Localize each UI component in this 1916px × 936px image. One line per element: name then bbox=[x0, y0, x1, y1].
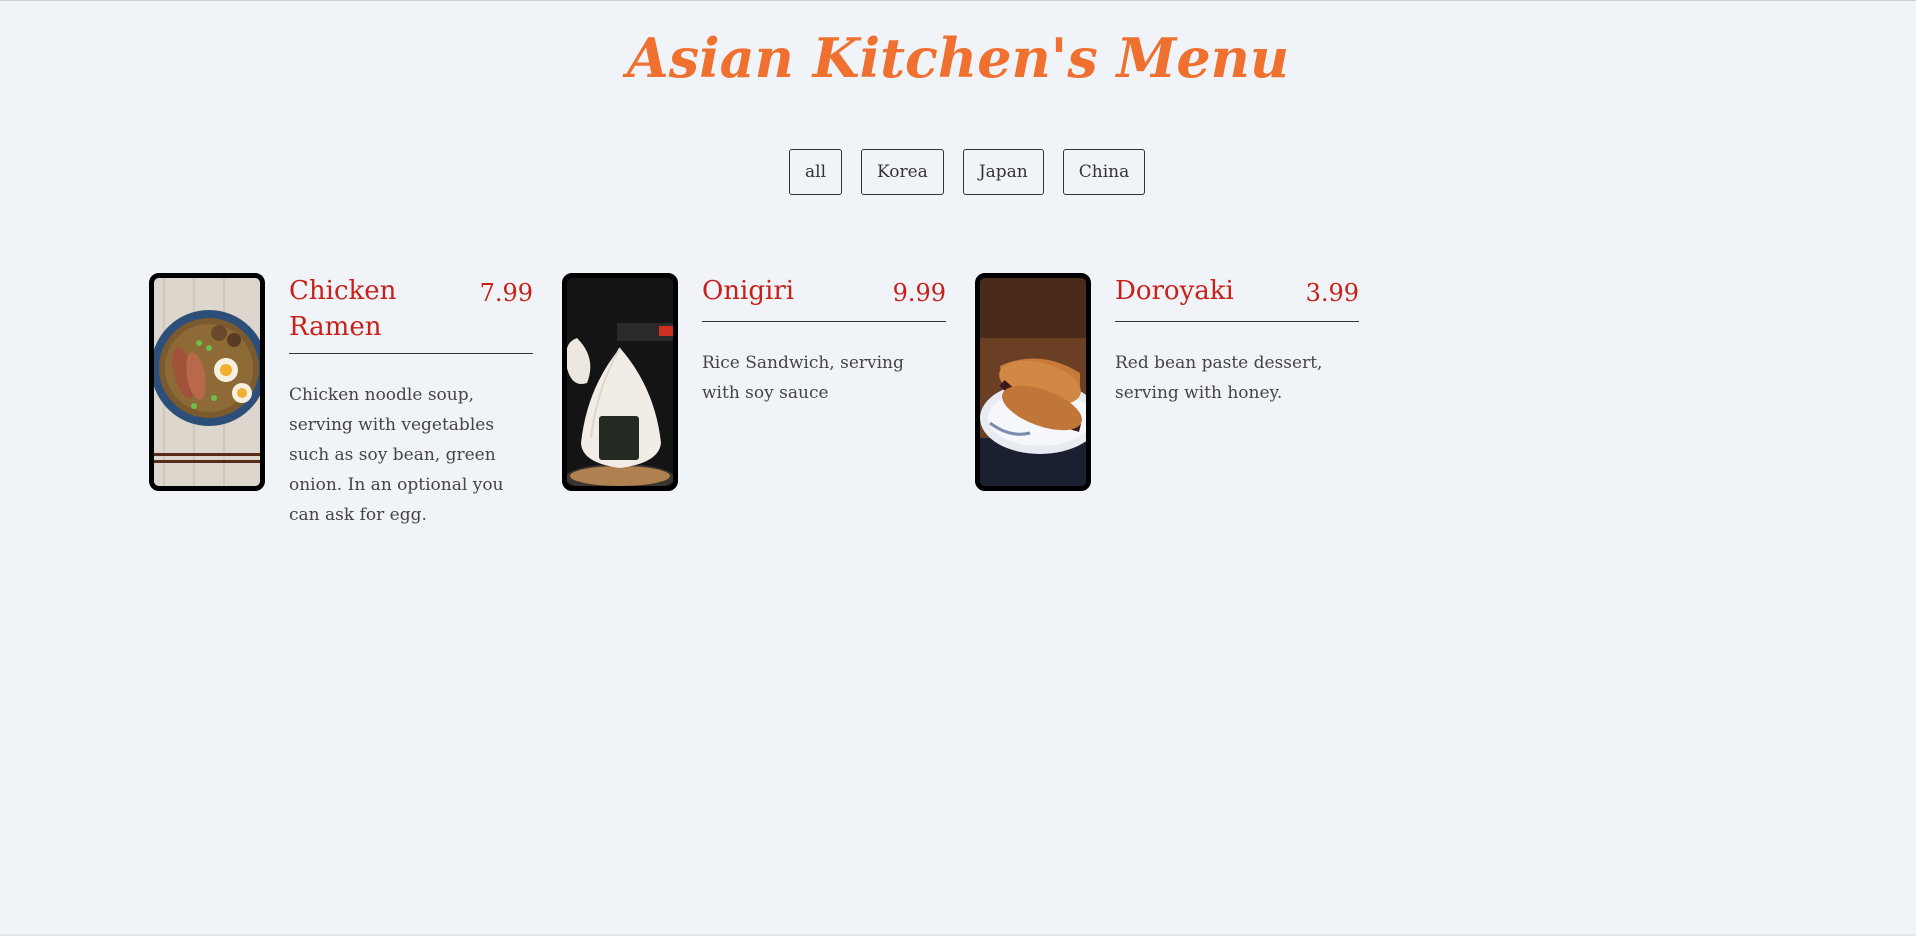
item-price: 9.99 bbox=[892, 279, 946, 307]
item-name: Chicken Ramen bbox=[289, 276, 397, 342]
onigiri-image bbox=[567, 278, 673, 486]
item-name: Onigiri bbox=[702, 276, 795, 306]
item-description: Chicken noodle soup, serving with vegeta… bbox=[289, 385, 504, 525]
item-name: Doroyaki bbox=[1115, 276, 1234, 306]
doroyaki-info: Doroyaki 3.99 Red bean paste dessert, se… bbox=[1115, 273, 1359, 408]
onigiri-photo bbox=[562, 273, 678, 491]
filter-korea-button[interactable]: Korea bbox=[861, 149, 944, 195]
filter-china-button[interactable]: China bbox=[1062, 149, 1146, 195]
ramen-bowl-image bbox=[154, 278, 260, 486]
filter-bar: all Korea Japan China bbox=[789, 149, 1146, 195]
item-description: Red bean paste dessert, serving with hon… bbox=[1115, 353, 1323, 403]
item-price: 7.99 bbox=[479, 279, 533, 307]
page-title: Asian Kitchen's Menu bbox=[626, 26, 1290, 90]
chicken-ramen-photo bbox=[149, 273, 265, 491]
onigiri-info: Onigiri 9.99 Rice Sandwich, serving with… bbox=[702, 273, 946, 408]
doroyaki-image bbox=[980, 278, 1086, 486]
item-header: Chicken Ramen 7.99 bbox=[289, 273, 533, 354]
chicken-ramen-info: Chicken Ramen 7.99 Chicken noodle soup, … bbox=[289, 273, 533, 530]
item-header: Onigiri 9.99 bbox=[702, 273, 946, 322]
item-header: Doroyaki 3.99 bbox=[1115, 273, 1359, 322]
filter-japan-button[interactable]: Japan bbox=[962, 149, 1044, 195]
item-price: 3.99 bbox=[1305, 279, 1359, 307]
filter-all-button[interactable]: all bbox=[789, 149, 843, 195]
item-description: Rice Sandwich, serving with soy sauce bbox=[702, 353, 904, 403]
doroyaki-photo bbox=[975, 273, 1091, 491]
